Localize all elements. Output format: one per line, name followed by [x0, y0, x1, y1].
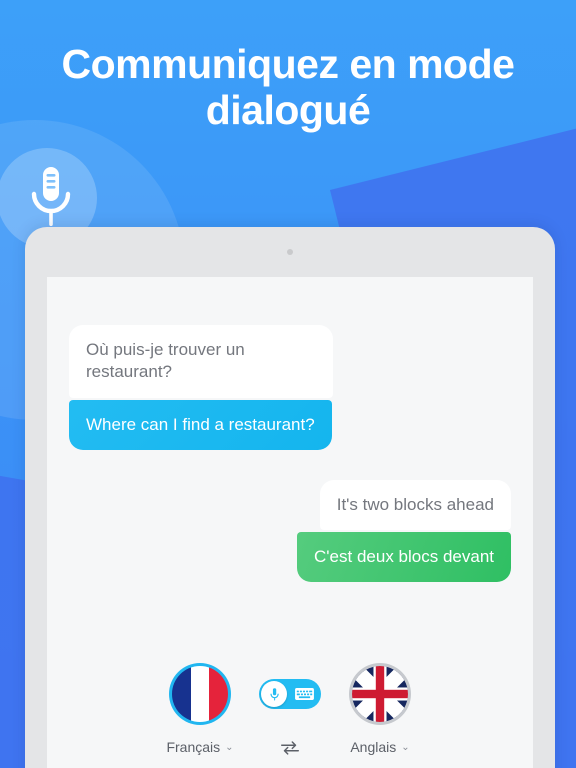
translation-bubble[interactable]: Where can I find a restaurant?	[69, 399, 332, 450]
flag-france-icon	[172, 666, 228, 722]
input-mode-toggle[interactable]	[259, 679, 321, 709]
language-labels-row: Français ⌄ Anglais ⌄	[166, 739, 411, 755]
language-button-left[interactable]	[169, 663, 231, 725]
swap-languages-button[interactable]	[259, 740, 321, 755]
tablet-screen: Où puis-je trouver un restaurant? Where …	[47, 277, 533, 768]
tablet-device-frame: Où puis-je trouver un restaurant? Where …	[25, 227, 555, 768]
swap-arrows-icon	[281, 740, 299, 755]
message-group: It's two blocks ahead C'est deux blocs d…	[69, 479, 511, 583]
chevron-down-icon[interactable]: ⌄	[401, 742, 409, 753]
chevron-down-icon[interactable]: ⌄	[225, 742, 233, 753]
message-group: Où puis-je trouver un restaurant? Where …	[69, 325, 511, 450]
language-controls: Français ⌄ Anglais ⌄	[47, 647, 533, 768]
chat-transcript: Où puis-je trouver un restaurant? Where …	[47, 277, 533, 612]
microphone-icon	[22, 163, 80, 235]
camera-dot-icon	[287, 249, 293, 255]
language-label-left[interactable]: Français ⌄	[166, 739, 233, 755]
language-label-right[interactable]: Anglais ⌄	[349, 739, 411, 755]
keyboard-icon[interactable]	[295, 688, 314, 700]
microphone-icon[interactable]	[261, 681, 287, 707]
source-bubble[interactable]: Où puis-je trouver un restaurant?	[69, 325, 333, 398]
language-button-right[interactable]	[349, 663, 411, 725]
source-bubble[interactable]: It's two blocks ahead	[319, 479, 511, 531]
control-icons-row	[169, 663, 411, 725]
translation-bubble[interactable]: C'est deux blocs devant	[297, 532, 511, 583]
language-label-right-text: Anglais	[350, 739, 397, 755]
app-root: Communiquez en mode dialogué Où puis-je …	[0, 0, 576, 768]
language-label-left-text: Français	[166, 739, 221, 755]
flag-united-kingdom-icon	[352, 666, 408, 722]
page-title: Communiquez en mode dialogué	[61, 41, 515, 133]
